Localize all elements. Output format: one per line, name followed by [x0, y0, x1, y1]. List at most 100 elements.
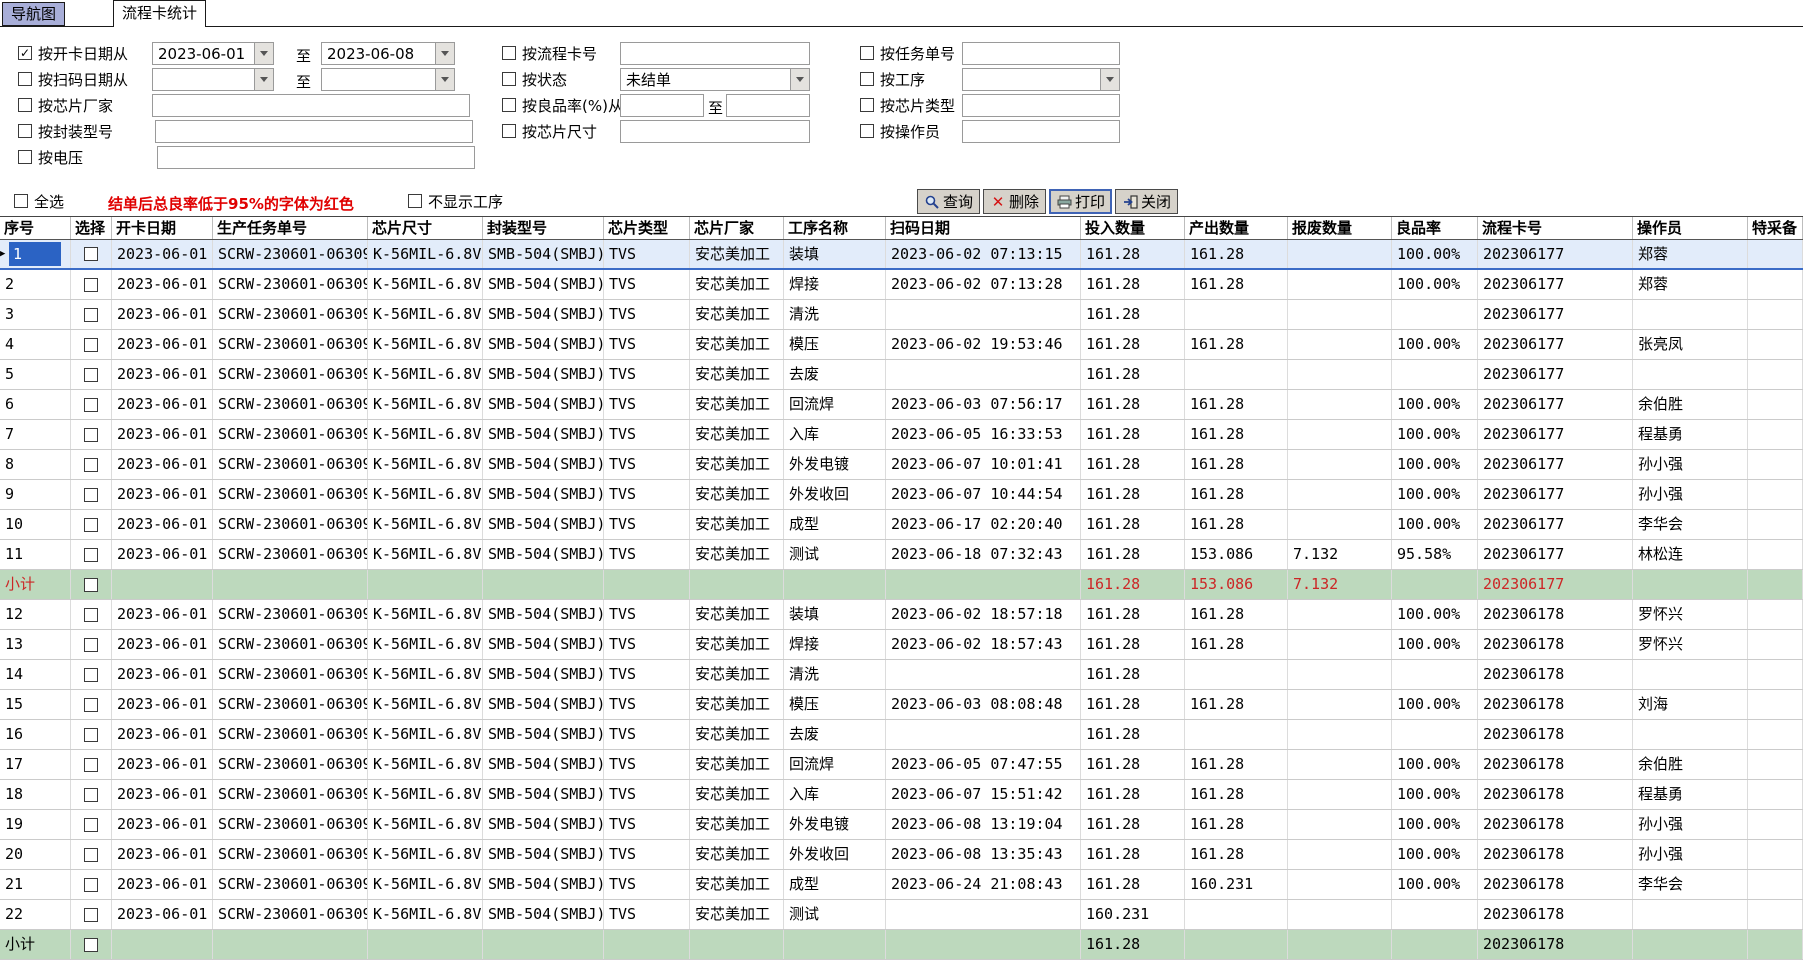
table-row[interactable]: 222023-06-01SCRW-230601-06309K-56MIL-6.8…: [0, 900, 1803, 930]
delete-button[interactable]: ✕ 删除: [983, 189, 1046, 214]
table-row[interactable]: 42023-06-01SCRW-230601-06309K-56MIL-6.8V…: [0, 330, 1803, 360]
row-select-checkbox[interactable]: [84, 878, 98, 892]
table-row[interactable]: 112023-06-01SCRW-230601-06309K-56MIL-6.8…: [0, 540, 1803, 570]
column-header-11[interactable]: 产出数量: [1185, 217, 1288, 239]
package-model-checkbox[interactable]: [18, 124, 32, 138]
table-row[interactable]: 72023-06-01SCRW-230601-06309K-56MIL-6.8V…: [0, 420, 1803, 450]
voltage-input[interactable]: [157, 146, 475, 169]
status-combo[interactable]: 未结单: [620, 68, 810, 91]
row-select-checkbox[interactable]: [84, 578, 98, 592]
row-select-checkbox[interactable]: [84, 728, 98, 742]
operator-checkbox[interactable]: [860, 124, 874, 138]
row-select-checkbox[interactable]: [84, 818, 98, 832]
yield-rate-checkbox[interactable]: [502, 98, 516, 112]
table-row[interactable]: 182023-06-01SCRW-230601-06309K-56MIL-6.8…: [0, 780, 1803, 810]
chip-vendor-checkbox[interactable]: [18, 98, 32, 112]
table-row[interactable]: 152023-06-01SCRW-230601-06309K-56MIL-6.8…: [0, 690, 1803, 720]
row-select-checkbox[interactable]: [84, 458, 98, 472]
row-select-checkbox[interactable]: [84, 668, 98, 682]
row-select-checkbox[interactable]: [84, 638, 98, 652]
open-date-to-combo[interactable]: 2023-06-08: [321, 42, 455, 65]
print-button[interactable]: 打印: [1049, 189, 1112, 214]
column-header-15[interactable]: 操作员: [1633, 217, 1748, 239]
chevron-down-icon[interactable]: [790, 69, 809, 90]
scan-date-from-combo[interactable]: [152, 68, 274, 91]
chevron-down-icon[interactable]: [1100, 69, 1119, 90]
row-select-checkbox[interactable]: [84, 908, 98, 922]
process-checkbox[interactable]: [860, 72, 874, 86]
table-row[interactable]: 22023-06-01SCRW-230601-06309K-56MIL-6.8V…: [0, 270, 1803, 300]
select-all-checkbox[interactable]: [14, 194, 28, 208]
chevron-down-icon[interactable]: [254, 69, 273, 90]
scan-date-checkbox[interactable]: [18, 72, 32, 86]
table-row[interactable]: 192023-06-01SCRW-230601-06309K-56MIL-6.8…: [0, 810, 1803, 840]
yield-rate-from-input[interactable]: [620, 94, 704, 117]
tab-flow-card-statistics[interactable]: 流程卡统计: [113, 0, 206, 27]
table-row[interactable]: 132023-06-01SCRW-230601-06309K-56MIL-6.8…: [0, 630, 1803, 660]
voltage-checkbox[interactable]: [18, 150, 32, 164]
row-select-checkbox[interactable]: [84, 788, 98, 802]
open-date-checkbox[interactable]: ✓: [18, 46, 32, 60]
column-header-2[interactable]: 开卡日期: [112, 217, 213, 239]
table-row[interactable]: 122023-06-01SCRW-230601-06309K-56MIL-6.8…: [0, 600, 1803, 630]
flow-card-no-input[interactable]: [620, 42, 810, 65]
chevron-down-icon[interactable]: [254, 43, 273, 64]
task-no-input[interactable]: [962, 42, 1120, 65]
row-select-checkbox[interactable]: [84, 428, 98, 442]
table-row[interactable]: 212023-06-01SCRW-230601-06309K-56MIL-6.8…: [0, 870, 1803, 900]
column-header-14[interactable]: 流程卡号: [1478, 217, 1633, 239]
chip-size-input[interactable]: [620, 120, 810, 143]
subtotal-row[interactable]: 小计161.28153.0867.132202306177: [0, 570, 1803, 600]
column-header-3[interactable]: 生产任务单号: [213, 217, 368, 239]
column-header-1[interactable]: 选择: [71, 217, 112, 239]
table-row[interactable]: 102023-06-01SCRW-230601-06309K-56MIL-6.8…: [0, 510, 1803, 540]
table-row[interactable]: 142023-06-01SCRW-230601-06309K-56MIL-6.8…: [0, 660, 1803, 690]
table-row[interactable]: 52023-06-01SCRW-230601-06309K-56MIL-6.8V…: [0, 360, 1803, 390]
subtotal-row[interactable]: 小计161.28202306178: [0, 930, 1803, 960]
column-header-4[interactable]: 芯片尺寸: [368, 217, 483, 239]
row-select-checkbox[interactable]: [84, 308, 98, 322]
chip-vendor-input[interactable]: [152, 94, 470, 117]
table-row[interactable]: 32023-06-01SCRW-230601-06309K-56MIL-6.8V…: [0, 300, 1803, 330]
row-select-checkbox[interactable]: [84, 368, 98, 382]
status-checkbox[interactable]: [502, 72, 516, 86]
column-header-13[interactable]: 良品率: [1392, 217, 1478, 239]
row-select-checkbox[interactable]: [84, 938, 98, 952]
column-header-6[interactable]: 芯片类型: [604, 217, 690, 239]
column-header-5[interactable]: 封装型号: [483, 217, 604, 239]
table-row[interactable]: ▶12023-06-01SCRW-230601-06309K-56MIL-6.8…: [0, 240, 1803, 270]
row-select-checkbox[interactable]: [84, 398, 98, 412]
row-select-checkbox[interactable]: [84, 518, 98, 532]
column-header-7[interactable]: 芯片厂家: [690, 217, 784, 239]
hide-process-checkbox[interactable]: [408, 194, 422, 208]
column-header-8[interactable]: 工序名称: [784, 217, 886, 239]
table-row[interactable]: 202023-06-01SCRW-230601-06309K-56MIL-6.8…: [0, 840, 1803, 870]
column-header-12[interactable]: 报废数量: [1288, 217, 1392, 239]
flow-card-no-checkbox[interactable]: [502, 46, 516, 60]
chip-type-input[interactable]: [962, 94, 1120, 117]
table-row[interactable]: 82023-06-01SCRW-230601-06309K-56MIL-6.8V…: [0, 450, 1803, 480]
package-model-input[interactable]: [155, 120, 473, 143]
chip-type-checkbox[interactable]: [860, 98, 874, 112]
row-select-checkbox[interactable]: [84, 338, 98, 352]
process-combo[interactable]: [962, 68, 1120, 91]
row-select-checkbox[interactable]: [84, 247, 98, 261]
yield-rate-to-input[interactable]: [726, 94, 810, 117]
query-button[interactable]: 查询: [917, 189, 980, 214]
table-row[interactable]: 62023-06-01SCRW-230601-06309K-56MIL-6.8V…: [0, 390, 1803, 420]
row-select-checkbox[interactable]: [84, 278, 98, 292]
close-button[interactable]: 关闭: [1115, 189, 1178, 214]
row-select-checkbox[interactable]: [84, 848, 98, 862]
row-select-checkbox[interactable]: [84, 488, 98, 502]
row-select-checkbox[interactable]: [84, 758, 98, 772]
row-select-checkbox[interactable]: [84, 698, 98, 712]
chevron-down-icon[interactable]: [435, 43, 454, 64]
table-row[interactable]: 172023-06-01SCRW-230601-06309K-56MIL-6.8…: [0, 750, 1803, 780]
column-header-0[interactable]: 序号: [0, 217, 71, 239]
tab-navigation-map[interactable]: 导航图: [2, 2, 65, 26]
row-select-checkbox[interactable]: [84, 608, 98, 622]
open-date-from-combo[interactable]: 2023-06-01: [152, 42, 274, 65]
row-select-checkbox[interactable]: [84, 548, 98, 562]
column-header-16[interactable]: 特采备: [1748, 217, 1803, 239]
column-header-10[interactable]: 投入数量: [1081, 217, 1185, 239]
